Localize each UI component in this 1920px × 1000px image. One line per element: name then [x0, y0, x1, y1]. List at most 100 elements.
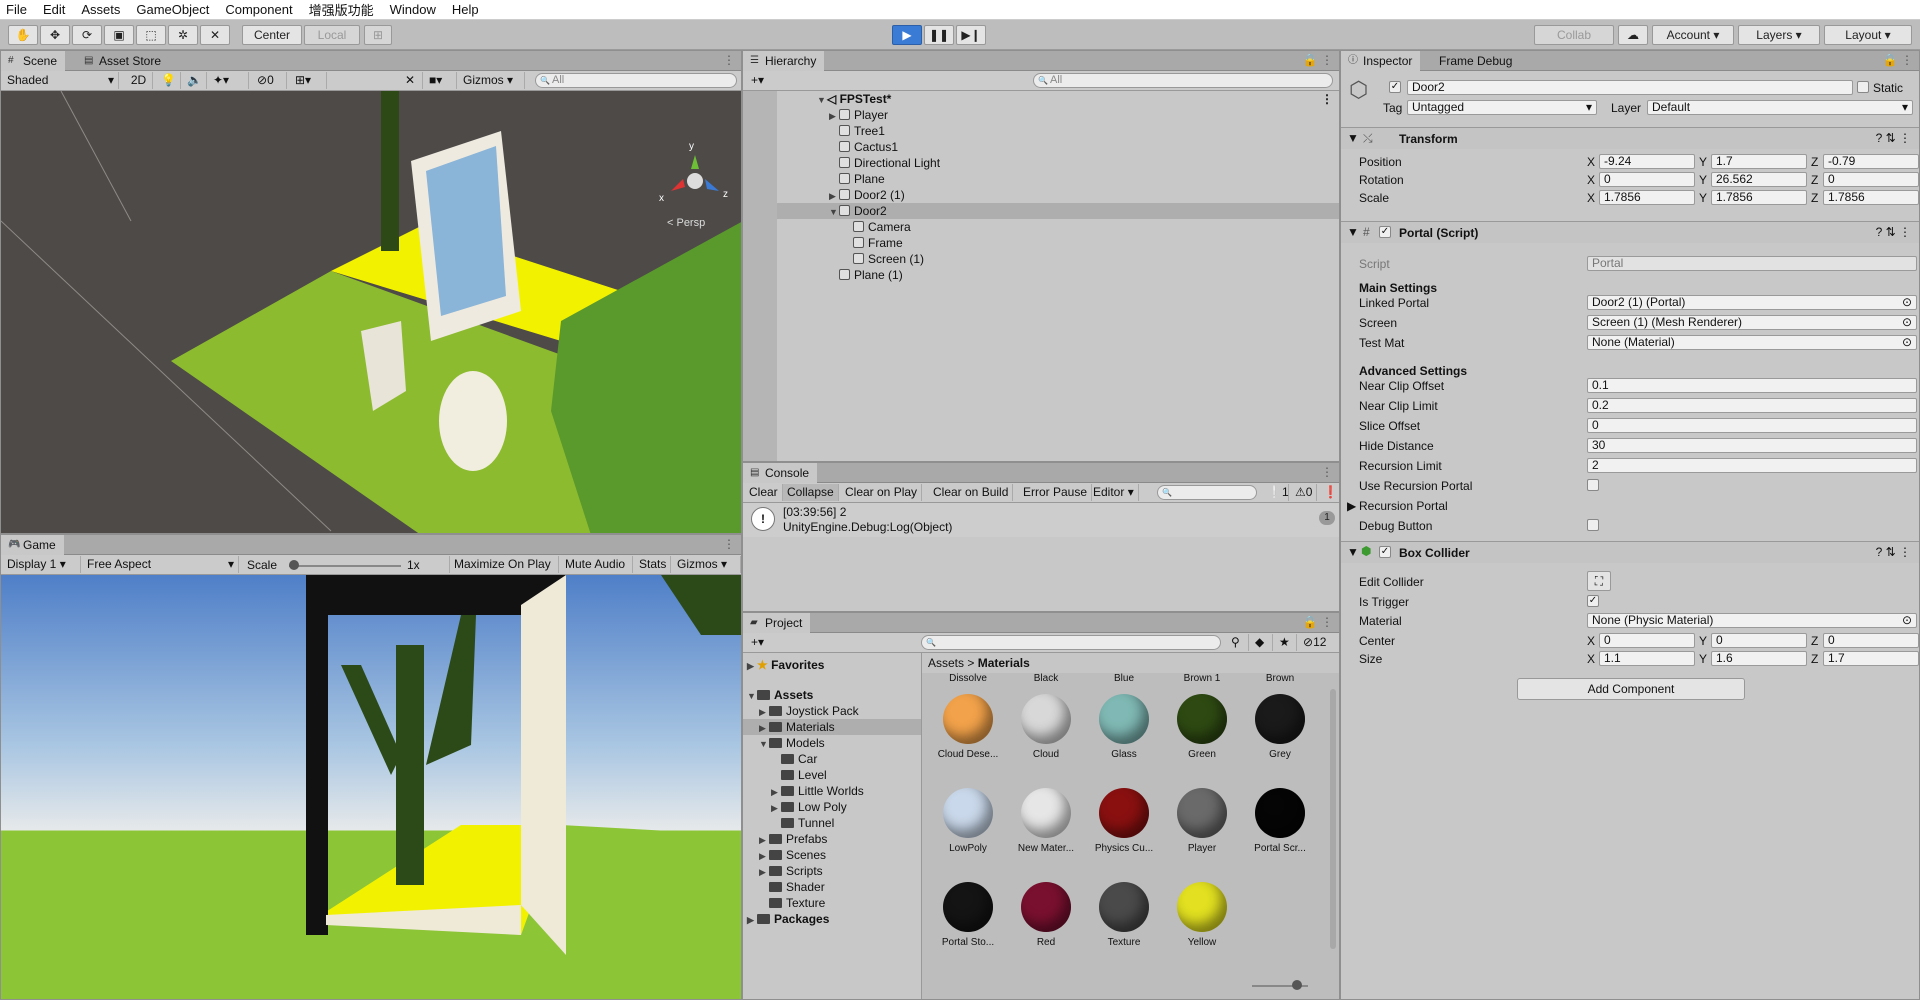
tab-game[interactable]: 🎮 Game — [1, 535, 64, 555]
breadcrumb-materials[interactable]: Materials — [978, 656, 1030, 670]
tab-hierarchy[interactable]: ☰ Hierarchy — [743, 51, 825, 71]
rotation-z-field[interactable]: 0 — [1823, 172, 1919, 187]
scene-root-row[interactable]: ▼◁ FPSTest* ⋮ — [777, 91, 1339, 107]
tree-item[interactable]: Car — [781, 751, 817, 767]
custom-tool-icon[interactable]: ✕ — [200, 25, 230, 45]
clear-on-play-toggle[interactable]: Clear on Play — [841, 484, 923, 501]
transform-tool-icon[interactable]: ✲ — [168, 25, 198, 45]
effects-icon[interactable]: ✦▾ — [209, 72, 249, 89]
collab-button[interactable]: Collab — [1534, 25, 1614, 45]
tag-dropdown[interactable]: Untagged ▾ — [1407, 100, 1597, 115]
size-y-field[interactable]: 1.6 — [1711, 651, 1807, 666]
scale-z-field[interactable]: 1.7856 — [1823, 190, 1919, 205]
component-menu-icon[interactable]: ? ⇅ ⋮ — [1876, 225, 1911, 239]
material-item[interactable]: Grey — [1248, 693, 1312, 760]
material-item[interactable]: Player — [1170, 787, 1234, 854]
hierarchy-item[interactable]: ▶ Player — [777, 107, 1339, 123]
object-picker-icon[interactable]: ⊙ — [1902, 336, 1912, 349]
hidden-count[interactable]: ⊘0 — [253, 72, 287, 89]
hierarchy-item[interactable]: Frame — [777, 235, 1339, 251]
box-collider-header[interactable]: ▼ ⬢ ✓ Box Collider ? ⇅ ⋮ — [1341, 541, 1919, 563]
tab-frame-debug[interactable]: Frame Debug — [1431, 51, 1520, 71]
near-clip-offset-field[interactable]: 0.1 — [1587, 378, 1917, 393]
icon-size-slider-thumb[interactable] — [1292, 980, 1302, 990]
tree-item[interactable]: ▶ Scripts — [759, 863, 823, 879]
edit-collider-button[interactable]: ⛶ — [1587, 571, 1611, 591]
snap-icon[interactable]: ⊞ — [364, 25, 392, 45]
add-icon[interactable]: +▾ — [747, 634, 777, 651]
shading-dropdown[interactable]: Shaded ▾ — [3, 72, 119, 89]
transform-header[interactable]: ▼ ⤯ Transform ? ⇅ ⋮ — [1341, 127, 1919, 149]
object-name-field[interactable]: Door2 — [1407, 80, 1853, 95]
component-menu-icon[interactable]: ? ⇅ ⋮ — [1876, 545, 1911, 559]
static-checkbox[interactable] — [1857, 81, 1869, 93]
box-collider-enabled-checkbox[interactable]: ✓ — [1379, 546, 1391, 558]
add-component-button[interactable]: Add Component — [1517, 678, 1745, 700]
component-menu-icon[interactable]: ? ⇅ ⋮ — [1876, 131, 1911, 145]
menu-enhanced[interactable]: 增强版功能 — [309, 0, 374, 19]
editor-dropdown[interactable]: Editor ▾ — [1089, 484, 1139, 501]
screen-field[interactable]: Screen (1) (Mesh Renderer) ⊙ — [1587, 315, 1917, 330]
info-count-toggle[interactable]: ❕1 — [1263, 484, 1289, 501]
tab-scene[interactable]: # Scene — [1, 51, 66, 71]
physic-material-field[interactable]: None (Physic Material) ⊙ — [1587, 613, 1917, 628]
layers-dropdown[interactable]: Layers ▾ — [1738, 25, 1820, 45]
material-item[interactable]: Texture — [1092, 881, 1156, 948]
object-picker-icon[interactable]: ⊙ — [1902, 296, 1912, 309]
warning-count-toggle[interactable]: ⚠0 — [1291, 484, 1317, 501]
hierarchy-item[interactable]: Plane — [777, 171, 1339, 187]
portal-header[interactable]: ▼ # ✓ Portal (Script) ? ⇅ ⋮ — [1341, 221, 1919, 243]
linked-portal-field[interactable]: Door2 (1) (Portal) ⊙ — [1587, 295, 1917, 310]
rotate-tool-icon[interactable]: ⟳ — [72, 25, 102, 45]
hide-distance-field[interactable]: 30 — [1587, 438, 1917, 453]
menu-assets[interactable]: Assets — [81, 2, 120, 17]
tree-item[interactable]: Shader — [769, 879, 825, 895]
tree-item[interactable]: Tunnel — [781, 815, 834, 831]
error-pause-toggle[interactable]: Error Pause — [1019, 484, 1093, 501]
add-icon[interactable]: +▾ — [747, 72, 777, 89]
scene-viewport[interactable]: y x z < Persp — [1, 91, 741, 533]
position-x-field[interactable]: -9.24 — [1599, 154, 1695, 169]
camera-icon[interactable]: ■▾ — [425, 72, 457, 89]
hierarchy-item[interactable]: Camera — [777, 219, 1339, 235]
tree-item[interactable]: ▶ Low Poly — [771, 799, 847, 815]
debug-button-checkbox[interactable] — [1587, 519, 1599, 531]
position-z-field[interactable]: -0.79 — [1823, 154, 1919, 169]
more-icon[interactable]: 🔒 ⋮ — [1303, 53, 1333, 67]
material-item[interactable]: LowPoly — [936, 787, 1000, 854]
tree-item[interactable]: Texture — [769, 895, 825, 911]
scale-slider-thumb[interactable] — [289, 560, 299, 570]
use-recursion-checkbox[interactable] — [1587, 479, 1599, 491]
hand-tool-icon[interactable]: ✋ — [8, 25, 38, 45]
menu-gameobject[interactable]: GameObject — [136, 2, 209, 17]
filter-type-icon[interactable]: ⚲ — [1227, 634, 1249, 651]
tree-item[interactable]: ▶ Joystick Pack — [759, 703, 859, 719]
hierarchy-item[interactable]: Directional Light — [777, 155, 1339, 171]
hierarchy-item[interactable]: Cactus1 — [777, 139, 1339, 155]
grid-scrollbar[interactable] — [1330, 689, 1336, 949]
packages-row[interactable]: ▶ Packages — [747, 911, 829, 927]
mute-audio-toggle[interactable]: Mute Audio — [561, 556, 633, 573]
size-x-field[interactable]: 1.1 — [1599, 651, 1695, 666]
scene-search-input[interactable]: All — [535, 73, 737, 88]
tools-icon[interactable]: ✕ — [401, 72, 423, 89]
active-checkbox[interactable]: ✓ — [1389, 81, 1401, 93]
hierarchy-item[interactable]: ▶ Door2 (1) — [777, 187, 1339, 203]
center-x-field[interactable]: 0 — [1599, 633, 1695, 648]
favorite-star-icon[interactable]: ★ — [1275, 634, 1297, 651]
tree-item[interactable]: Level — [781, 767, 827, 783]
aspect-dropdown[interactable]: Free Aspect ▾ — [83, 556, 239, 573]
material-item[interactable]: Red — [1014, 881, 1078, 948]
tab-project[interactable]: ▰ Project — [743, 613, 811, 633]
grid-toggle-icon[interactable]: ⊞▾ — [291, 72, 327, 89]
layer-dropdown[interactable]: Default ▾ — [1647, 100, 1913, 115]
console-log-entry[interactable]: ! [03:39:56] 2 UnityEngine.Debug:Log(Obj… — [743, 503, 1339, 537]
scene-gizmo[interactable]: y x z — [659, 141, 728, 211]
material-item[interactable]: Glass — [1092, 693, 1156, 760]
more-icon[interactable]: ⋮ — [723, 53, 735, 67]
pause-button[interactable]: ❚❚ — [924, 25, 954, 45]
material-item[interactable]: Physics Cu... — [1092, 787, 1156, 854]
hidden-packages-toggle[interactable]: ⊘12 — [1299, 634, 1337, 651]
account-dropdown[interactable]: Account ▾ — [1652, 25, 1734, 45]
hierarchy-item[interactable]: Screen (1) — [777, 251, 1339, 267]
